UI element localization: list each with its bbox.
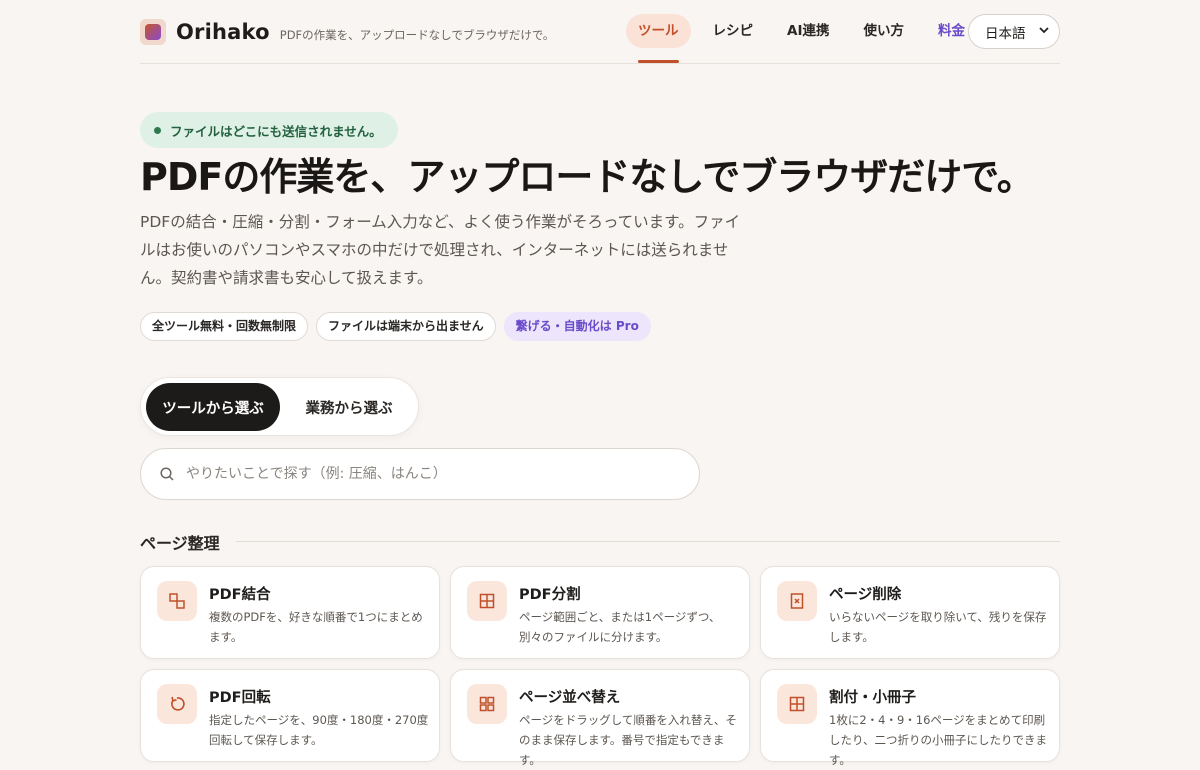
hero-description: PDFの結合・圧縮・分割・フォーム入力など、よく使う作業がそろっています。ファイ… (140, 213, 741, 287)
privacy-badge: ファイルはどこにも送信されません。 (140, 112, 398, 148)
tool-card-merge[interactable]: PDF結合 複数のPDFを、好きな順番で1つにまとめます。 (140, 566, 440, 659)
search-box (140, 448, 700, 500)
page-title: PDFの作業を、アップロードなしでブラウザだけで。 (140, 155, 1035, 199)
view-toggle: ツールから選ぶ 業務から選ぶ (140, 377, 419, 436)
language-value: 日本語 (985, 25, 1026, 42)
tool-card-desc: いらないページを取り除いて、残りを保存します。 (829, 610, 1047, 644)
chip-free: 全ツール無料・回数無制限 (140, 312, 309, 341)
brand-name: Orihako (176, 20, 270, 44)
privacy-badge-label: ファイルはどこにも送信されません。 (170, 123, 382, 139)
language-select[interactable]: 日本語 (968, 14, 1060, 49)
nav-ai[interactable]: AI連携 (775, 14, 841, 48)
status-dot-icon (154, 126, 161, 134)
tool-card-rotate[interactable]: PDF回転 指定したページを、90度・180度・270度回転して保存します。 (140, 669, 440, 762)
search-input[interactable] (186, 466, 666, 482)
tool-card-desc: ページをドラッグして順番を入れ替え、そのまま保存します。番号で指定もできます。 (519, 713, 737, 767)
delete-page-icon (777, 581, 817, 621)
chip-local: ファイルは端末から出ません (316, 312, 496, 341)
nav-howto[interactable]: 使い方 (851, 14, 916, 48)
chip-pro[interactable]: 繋げる・自動化は Pro (503, 312, 651, 341)
tool-card-reorder[interactable]: ページ並べ替え ページをドラッグして順番を入れ替え、そのまま保存します。番号で指… (450, 669, 750, 767)
nav-tools[interactable]: ツール (626, 14, 691, 63)
split-icon (467, 581, 507, 621)
tool-card-split[interactable]: PDF分割 ページ範囲ごと、または1ページずつ、別々のファイルに分けます。 (450, 566, 750, 659)
section-title: ページ整理 (140, 534, 220, 553)
tool-card-desc: 複数のPDFを、好きな順番で1つにまとめます。 (209, 610, 423, 644)
feature-chips: 全ツール無料・回数無制限 ファイルは端末から出ません 繋げる・自動化は Pro (140, 312, 659, 341)
tool-card-desc: 1枚に2・4・9・16ページをまとめて印刷したり、二つ折りの小冊子にしたりできま… (829, 713, 1048, 767)
tool-card-title: PDF結合 (209, 587, 271, 603)
tool-card-title: PDF回転 (209, 690, 271, 706)
tool-card-delete[interactable]: ページ削除 いらないページを取り除いて、残りを保存します。 (760, 566, 1060, 659)
merge-icon (157, 581, 197, 621)
tool-card-desc: 指定したページを、90度・180度・270度回転して保存します。 (209, 713, 429, 747)
tool-card-title: ページ並べ替え (519, 690, 621, 706)
tab-by-task[interactable]: 業務から選ぶ (282, 383, 416, 431)
brand[interactable]: Orihako PDFの作業を、アップロードなしでブラウザだけで。 (140, 19, 554, 45)
chevron-down-icon (1039, 25, 1049, 38)
reorder-icon (467, 684, 507, 724)
tool-card-title: PDF分割 (519, 587, 581, 603)
tool-card-desc: ページ範囲ごと、または1ページずつ、別々のファイルに分けます。 (519, 610, 721, 644)
tool-card-layout[interactable]: 割付・小冊子 1枚に2・4・9・16ページをまとめて印刷したり、二つ折りの小冊子… (760, 669, 1060, 767)
brand-tagline: PDFの作業を、アップロードなしでブラウザだけで。 (279, 27, 555, 42)
site-header: Orihako PDFの作業を、アップロードなしでブラウザだけで。 ツール レシ… (140, 0, 1060, 64)
tool-card-title: 割付・小冊子 (829, 690, 916, 706)
nav-recipes[interactable]: レシピ (701, 14, 766, 48)
layout-icon (777, 684, 817, 724)
section-divider (236, 541, 1060, 542)
tool-card-title: ページ削除 (829, 587, 902, 603)
tab-by-tool[interactable]: ツールから選ぶ (146, 383, 280, 431)
logo-icon (140, 19, 166, 45)
rotate-icon (157, 684, 197, 724)
search-icon (160, 467, 174, 481)
main-nav: ツール レシピ AI連携 使い方 料金 (626, 14, 987, 63)
